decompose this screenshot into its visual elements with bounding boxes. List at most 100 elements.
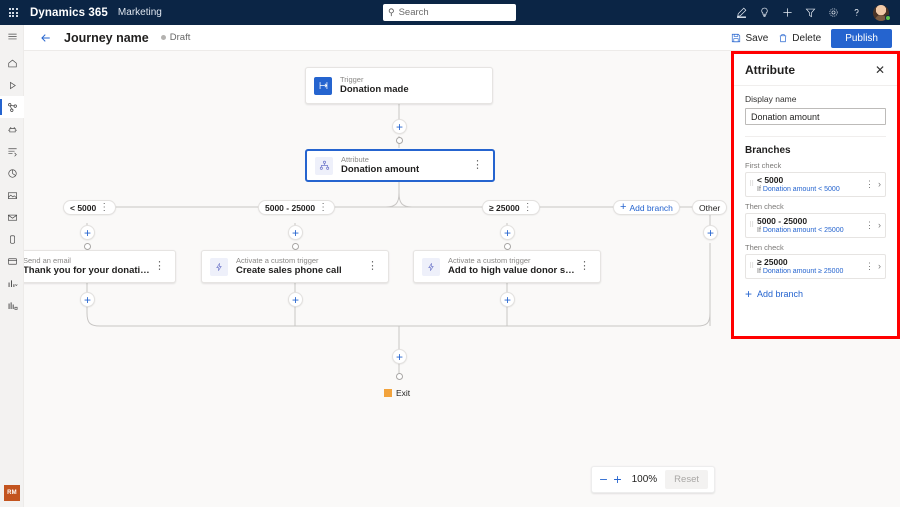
add-step-button[interactable]: + bbox=[288, 292, 303, 307]
node-send-email[interactable]: Send an email Thank you for your donatio… bbox=[24, 250, 176, 283]
add-step-button[interactable]: + bbox=[392, 119, 407, 134]
custom-trigger-icon bbox=[210, 258, 228, 276]
node-donor-segment[interactable]: Activate a custom trigger Add to high va… bbox=[413, 250, 601, 283]
sidebar-triggers[interactable] bbox=[0, 118, 24, 140]
save-disk-icon bbox=[731, 33, 741, 43]
waffle-grid-icon[interactable] bbox=[0, 0, 26, 25]
add-branch-chip[interactable]: + Add branch bbox=[613, 200, 680, 215]
plus-icon[interactable] bbox=[776, 0, 799, 25]
publish-button[interactable]: Publish bbox=[831, 29, 892, 48]
sidebar-home[interactable] bbox=[0, 52, 24, 74]
branch-condition: If Donation amount < 5000 bbox=[757, 185, 862, 194]
branch-condition: If Donation amount ≥ 25000 bbox=[757, 267, 862, 276]
search-input[interactable]: ⚲ Search bbox=[383, 4, 516, 21]
gear-icon[interactable] bbox=[822, 0, 845, 25]
status-dot-icon bbox=[161, 35, 166, 40]
node-overflow-menu-icon[interactable]: ⋮ bbox=[470, 160, 485, 171]
sidebar-images[interactable] bbox=[0, 184, 24, 206]
sidebar-journeys[interactable] bbox=[0, 96, 24, 118]
node-title: Donation amount bbox=[341, 164, 470, 176]
add-step-button[interactable]: + bbox=[288, 225, 303, 240]
chip-overflow-menu-icon[interactable]: ⋮ bbox=[318, 203, 328, 213]
suite-actions bbox=[730, 0, 894, 25]
display-name-label: Display name bbox=[745, 94, 886, 104]
panel-add-branch-button[interactable]: + Add branch bbox=[745, 288, 886, 300]
chip-overflow-menu-icon[interactable]: ⋮ bbox=[523, 203, 533, 213]
branch-overflow-menu-icon[interactable]: ⋮ bbox=[862, 221, 877, 230]
delete-label: Delete bbox=[792, 33, 821, 44]
lightbulb-icon[interactable] bbox=[753, 0, 776, 25]
sidebar-menu[interactable] bbox=[0, 25, 24, 47]
exit-flag-icon bbox=[384, 389, 392, 397]
chip-branch-gte-25000[interactable]: ≥ 25000 ⋮ bbox=[482, 200, 540, 215]
add-step-button[interactable]: + bbox=[500, 292, 515, 307]
branch-check-label: Then check bbox=[745, 202, 886, 211]
node-kind: Attribute bbox=[341, 155, 470, 164]
sidebar-mobile[interactable] bbox=[0, 228, 24, 250]
sidebar-library[interactable] bbox=[0, 294, 24, 316]
add-step-button[interactable]: + bbox=[392, 349, 407, 364]
app-name: Marketing bbox=[118, 7, 162, 18]
chip-label: ≥ 25000 bbox=[489, 203, 520, 213]
chevron-right-icon[interactable]: › bbox=[877, 221, 881, 230]
delete-button[interactable]: Delete bbox=[778, 33, 821, 44]
zoom-reset-button[interactable]: Reset bbox=[665, 470, 708, 489]
user-org-badge[interactable]: RM bbox=[4, 485, 20, 501]
add-step-button[interactable]: + bbox=[703, 225, 718, 240]
chevron-right-icon[interactable]: › bbox=[877, 180, 881, 189]
branch-item-lt-5000[interactable]: ⠿ < 5000 If Donation amount < 5000 ⋮ › bbox=[745, 172, 886, 197]
branch-name: 5000 - 25000 bbox=[757, 216, 862, 227]
exit-node[interactable]: Exit bbox=[384, 388, 410, 398]
panel-title: Attribute bbox=[745, 63, 873, 77]
add-step-button[interactable]: + bbox=[80, 225, 95, 240]
node-sales-call[interactable]: Activate a custom trigger Create sales p… bbox=[201, 250, 389, 283]
help-question-icon[interactable] bbox=[845, 0, 868, 25]
brand-name[interactable]: Dynamics 365 bbox=[30, 7, 108, 19]
save-button[interactable]: Save bbox=[731, 33, 768, 44]
zoom-out-button[interactable] bbox=[598, 471, 610, 489]
close-x-icon[interactable]: ✕ bbox=[873, 62, 887, 78]
plus-icon: + bbox=[620, 202, 626, 213]
panel-header: Attribute ✕ bbox=[734, 54, 897, 86]
branch-overflow-menu-icon[interactable]: ⋮ bbox=[862, 262, 877, 271]
add-step-button[interactable]: + bbox=[500, 225, 515, 240]
node-attribute[interactable]: Attribute Donation amount ⋮ bbox=[305, 149, 495, 182]
sidebar-emails[interactable] bbox=[0, 206, 24, 228]
node-overflow-menu-icon[interactable]: ⋮ bbox=[152, 261, 167, 272]
branch-name: ≥ 25000 bbox=[757, 257, 862, 268]
node-title: Donation made bbox=[340, 84, 484, 96]
sidebar-segments[interactable] bbox=[0, 272, 24, 294]
sidebar-recent[interactable] bbox=[0, 74, 24, 96]
zoom-control: 100% Reset bbox=[591, 466, 715, 493]
sidebar-pages[interactable] bbox=[0, 250, 24, 272]
attribute-branch-icon bbox=[315, 157, 333, 175]
filter-icon[interactable] bbox=[799, 0, 822, 25]
sidebar-forms[interactable] bbox=[0, 140, 24, 162]
avatar[interactable] bbox=[868, 0, 894, 25]
node-overflow-menu-icon[interactable]: ⋮ bbox=[577, 261, 592, 272]
chip-overflow-menu-icon[interactable]: ⋮ bbox=[99, 203, 109, 213]
chip-label: Other bbox=[699, 203, 720, 213]
zoom-in-button[interactable] bbox=[612, 471, 624, 489]
edit-pencil-icon[interactable] bbox=[730, 0, 753, 25]
branch-item-5000-25000[interactable]: ⠿ 5000 - 25000 If Donation amount < 2500… bbox=[745, 213, 886, 238]
node-trigger[interactable]: Trigger Donation made bbox=[305, 67, 493, 104]
sidebar-analytics[interactable] bbox=[0, 162, 24, 184]
display-name-input[interactable] bbox=[745, 108, 886, 125]
chevron-right-icon[interactable]: › bbox=[877, 262, 881, 271]
branch-item-gte-25000[interactable]: ⠿ ≥ 25000 If Donation amount ≥ 25000 ⋮ › bbox=[745, 254, 886, 279]
branch-overflow-menu-icon[interactable]: ⋮ bbox=[862, 180, 877, 189]
node-kind: Send an email bbox=[24, 256, 152, 265]
node-port bbox=[396, 137, 403, 144]
node-overflow-menu-icon[interactable]: ⋮ bbox=[365, 261, 380, 272]
chip-branch-5000-25000[interactable]: 5000 - 25000 ⋮ bbox=[258, 200, 335, 215]
chip-branch-other[interactable]: Other bbox=[692, 200, 727, 215]
add-step-button[interactable]: + bbox=[80, 292, 95, 307]
journey-canvas[interactable]: Trigger Donation made + Attribute Donati… bbox=[24, 51, 731, 507]
back-arrow-icon[interactable] bbox=[34, 25, 58, 51]
status-badge: Draft bbox=[161, 32, 191, 43]
branch-check-label: First check bbox=[745, 161, 886, 170]
chip-branch-lt-5000[interactable]: < 5000 ⋮ bbox=[63, 200, 116, 215]
node-title: Thank you for your donation! bbox=[24, 265, 152, 277]
trash-icon bbox=[778, 33, 788, 43]
